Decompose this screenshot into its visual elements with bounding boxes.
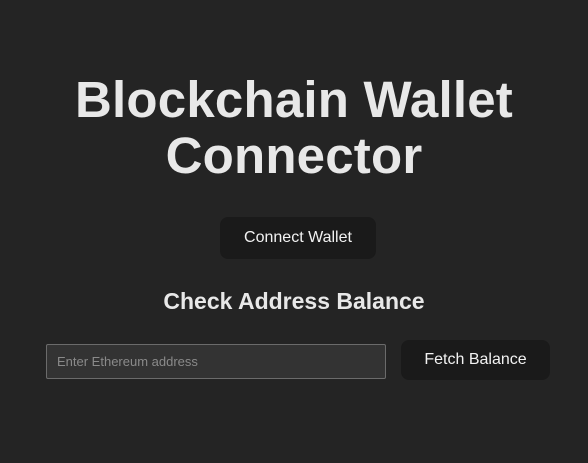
balance-section-title: Check Address Balance [163, 288, 425, 314]
app-root: Blockchain Wallet Connector Connect Wall… [0, 0, 588, 463]
ethereum-address-input[interactable] [46, 344, 386, 379]
connect-wallet-button[interactable]: Connect Wallet [220, 217, 376, 259]
page-title-line-1: Blockchain Wallet [75, 71, 513, 128]
page-title-line-2: Connector [165, 127, 423, 184]
page-title: Blockchain Wallet Connector [0, 72, 588, 184]
fetch-balance-button[interactable]: Fetch Balance [401, 340, 550, 380]
